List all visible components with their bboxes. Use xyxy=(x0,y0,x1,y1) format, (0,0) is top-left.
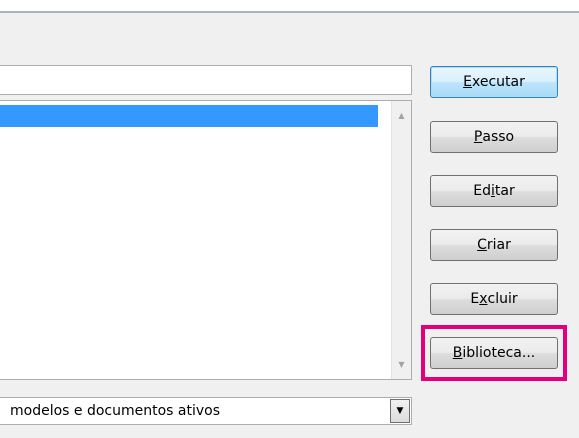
macro-list[interactable]: ▲ ▼ xyxy=(0,100,412,380)
edit-button-label-suffix: tar xyxy=(494,183,515,199)
delete-button-label-suffix: cluir xyxy=(487,291,518,307)
list-scrollbar[interactable]: ▲ ▼ xyxy=(391,101,411,379)
step-button[interactable]: Passo xyxy=(430,121,558,153)
run-button[interactable]: Executar xyxy=(430,66,558,98)
run-button-label-suffix: xecutar xyxy=(471,74,525,90)
chevron-down-icon[interactable]: ▼ xyxy=(390,399,410,423)
macros-in-dropdown[interactable]: modelos e documentos ativos ▼ xyxy=(0,397,412,425)
run-button-mnemonic: E xyxy=(463,74,472,90)
create-button-mnemonic: C xyxy=(477,237,487,253)
step-button-mnemonic: P xyxy=(473,129,483,145)
macros-in-selected-value: modelos e documentos ativos xyxy=(10,403,221,419)
dialog-top-border xyxy=(0,11,579,13)
scroll-down-icon[interactable]: ▼ xyxy=(392,356,411,373)
list-item-selected[interactable] xyxy=(0,105,378,127)
step-button-label-suffix: asso xyxy=(482,129,515,145)
delete-button[interactable]: Ex cluir xyxy=(430,283,558,315)
macros-dialog: ▲ ▼ Executar Passo Ed i tar Criar Ex cluir … xyxy=(0,0,579,438)
edit-button-label-prefix: Ed xyxy=(473,183,491,199)
library-button-highlight xyxy=(421,325,567,381)
create-button[interactable]: Criar xyxy=(430,229,558,261)
scroll-up-icon[interactable]: ▲ xyxy=(392,107,411,124)
delete-button-label-prefix: E xyxy=(470,291,480,307)
create-button-label-suffix: riar xyxy=(486,237,511,253)
macro-name-input[interactable] xyxy=(0,65,412,95)
delete-button-mnemonic: x xyxy=(479,291,488,307)
edit-button[interactable]: Ed i tar xyxy=(430,175,558,207)
